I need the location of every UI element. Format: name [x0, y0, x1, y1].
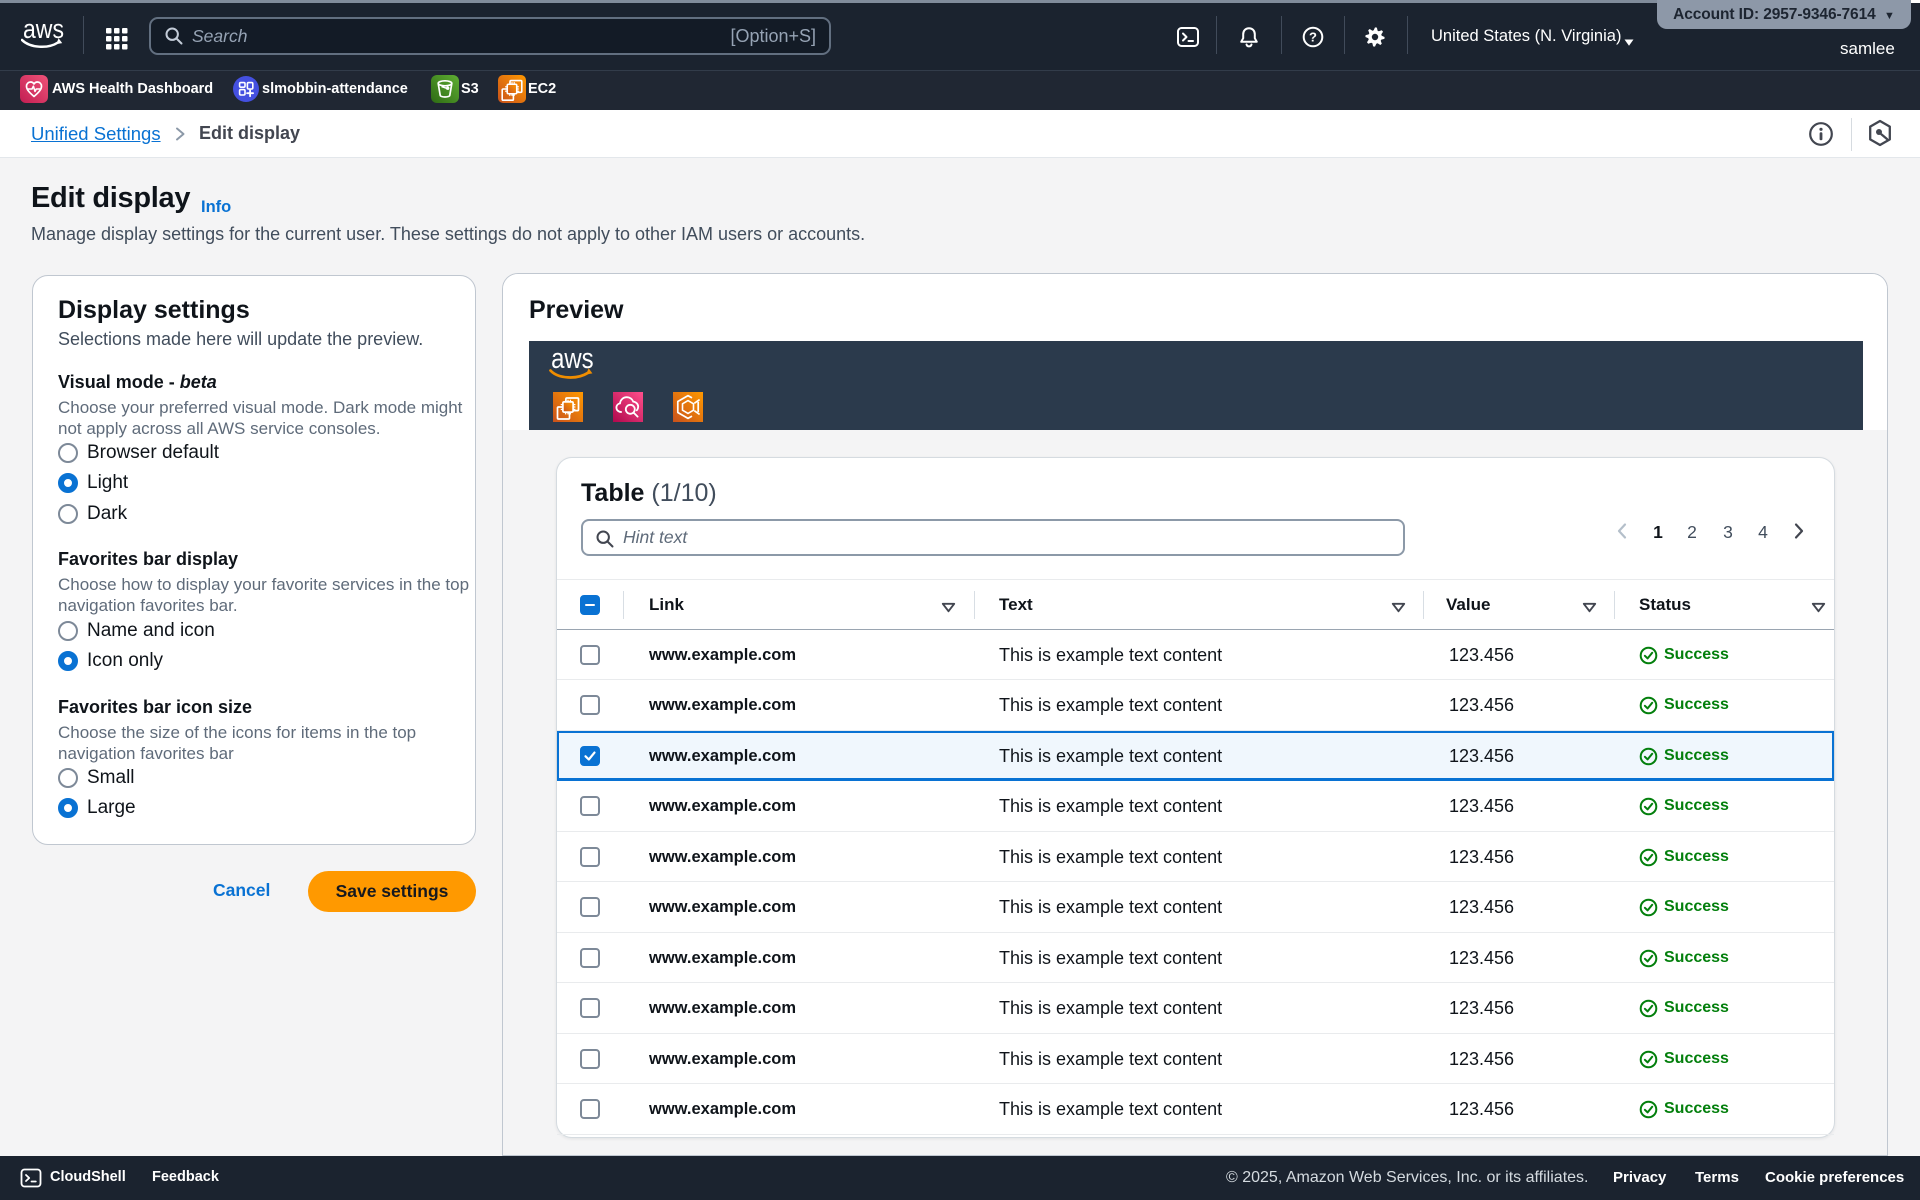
- svg-text:aws: aws: [551, 351, 594, 374]
- svg-text:?: ?: [1309, 30, 1317, 45]
